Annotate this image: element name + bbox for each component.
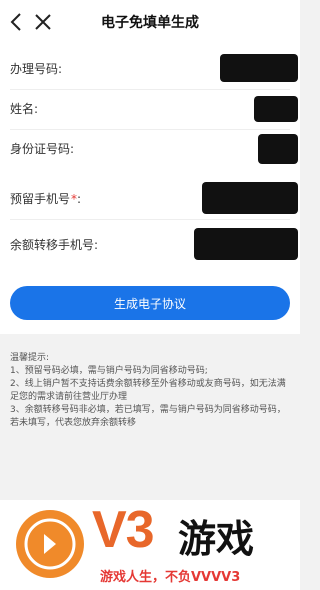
form-section-contact: 预留手机号*: 余额转移手机号: — [0, 170, 300, 270]
form-row-phone-number[interactable]: 办理号码: — [0, 50, 300, 90]
redacted-value[interactable] — [258, 134, 298, 164]
game-logo-icon — [16, 510, 84, 578]
tips-title: 温馨提示: — [10, 353, 50, 363]
nav-bar: 电子免填单生成 — [0, 0, 300, 44]
tip-item: 2、线上销户暂不支持话费余额转移至外省移动或友商号码，如无法满足您的需求请前往营… — [10, 379, 286, 402]
field-label: 姓名: — [10, 102, 39, 116]
redacted-value[interactable] — [202, 182, 298, 214]
form-row-balance-transfer-phone[interactable]: 余额转移手机号: — [0, 226, 300, 266]
form-row-name[interactable]: 姓名: — [0, 90, 300, 130]
brand-slogan: 游戏人生，不负VVVV3 — [100, 570, 241, 585]
form-section-identity: 办理号码: 姓名: 身份证号码: — [0, 44, 300, 180]
field-label: 身份证号码: — [10, 142, 75, 156]
page-title: 电子免填单生成 — [101, 15, 199, 31]
field-label: 办理号码: — [10, 62, 63, 76]
tip-item: 3、余额转移号码非必填，若已填写，需与销户号码为同省移动号码，若未填写，代表您放… — [10, 405, 286, 428]
divider — [10, 219, 290, 220]
generate-agreement-button[interactable]: 生成电子协议 — [10, 286, 290, 320]
form-row-reserved-phone[interactable]: 预留手机号*: — [0, 180, 300, 220]
field-label: 预留手机号*: — [10, 192, 82, 206]
redacted-value[interactable] — [254, 96, 298, 122]
redacted-value[interactable] — [194, 228, 298, 260]
redacted-value[interactable] — [220, 54, 298, 82]
field-label: 余额转移手机号: — [10, 238, 99, 252]
tips-section: 温馨提示: 1、预留号码必填，需与销户号码为同省移动号码; 2、线上销户暂不支持… — [10, 352, 292, 430]
action-area: 生成电子协议 — [0, 270, 300, 334]
form-row-id-number[interactable]: 身份证号码: — [0, 130, 300, 170]
brand-logo-text: V3 — [92, 501, 155, 559]
tip-item: 1、预留号码必填，需与销户号码为同省移动号码; — [10, 366, 208, 376]
brand-name-text: 游戏 — [178, 517, 255, 561]
